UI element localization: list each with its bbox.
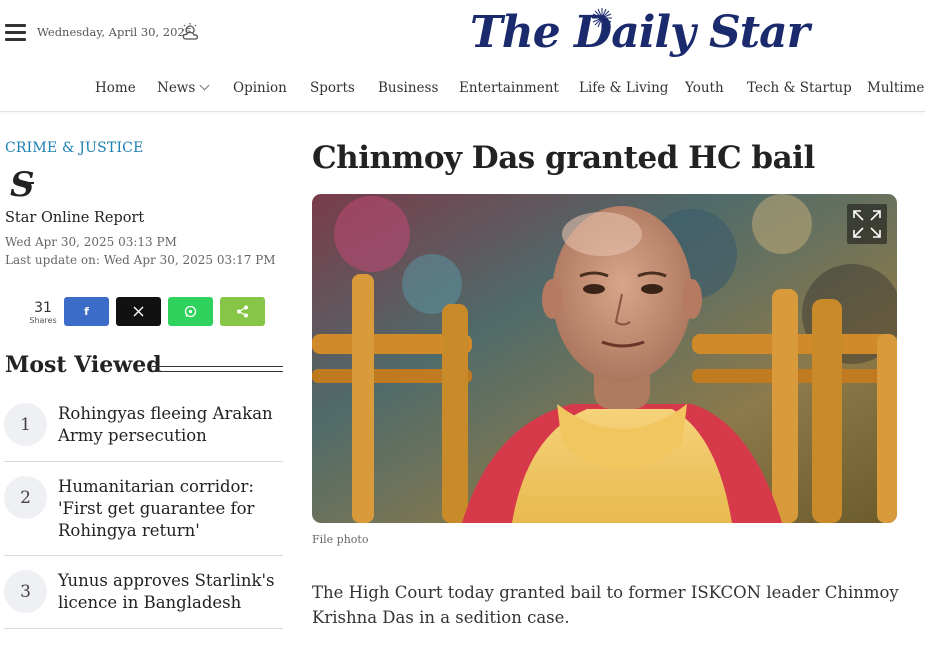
share-count-label: Shares bbox=[29, 316, 57, 325]
rank-badge: 1 bbox=[4, 403, 47, 446]
share-count: 31 bbox=[34, 300, 52, 316]
article-category[interactable]: CRIME & JUSTICE bbox=[5, 140, 144, 156]
rank-badge: 3 bbox=[4, 570, 47, 613]
share-icon bbox=[237, 305, 248, 318]
most-viewed-title[interactable]: Humanitarian corridor: 'First get guaran… bbox=[58, 476, 280, 542]
facebook-share-button[interactable]: f bbox=[64, 297, 109, 326]
x-share-button[interactable] bbox=[116, 297, 161, 326]
main-navigation: Home News Opinion Sports Business Entert… bbox=[0, 66, 925, 112]
nav-life-living[interactable]: Life & Living bbox=[579, 80, 668, 96]
nav-opinion[interactable]: Opinion bbox=[233, 80, 287, 96]
most-viewed-heading: Most Viewed bbox=[5, 352, 162, 378]
nav-youth[interactable]: Youth bbox=[685, 80, 724, 96]
nav-news-label: News bbox=[157, 80, 196, 96]
nav-home[interactable]: Home bbox=[95, 80, 136, 96]
nav-news[interactable]: News bbox=[157, 80, 210, 96]
article-headline: Chinmoy Das granted HC bail bbox=[312, 140, 815, 176]
chevron-down-icon bbox=[199, 80, 210, 91]
x-icon bbox=[133, 306, 144, 317]
title-line: Army persecution bbox=[58, 426, 207, 445]
title-line: 'First get guarantee for bbox=[58, 499, 255, 518]
whatsapp-icon bbox=[184, 305, 197, 318]
nav-sports[interactable]: Sports bbox=[310, 80, 355, 96]
heading-double-rule bbox=[152, 366, 283, 372]
logo-star-icon bbox=[592, 8, 612, 28]
facebook-icon: f bbox=[84, 305, 89, 318]
nav-tech-startup[interactable]: Tech & Startup bbox=[747, 80, 852, 96]
published-time: Wed Apr 30, 2025 03:13 PM bbox=[5, 235, 177, 249]
photo-caption: File photo bbox=[312, 533, 369, 546]
most-viewed-title[interactable]: Rohingyas fleeing Arakan Army persecutio… bbox=[58, 403, 280, 447]
title-line: Rohingyas fleeing Arakan bbox=[58, 404, 273, 423]
share-counter: 31 Shares bbox=[25, 300, 61, 326]
expand-icon[interactable] bbox=[847, 204, 887, 244]
nav-entertainment[interactable]: Entertainment bbox=[459, 80, 559, 96]
most-viewed-item[interactable]: 3 Yunus approves Starlink's licence in B… bbox=[4, 556, 283, 629]
title-line: Rohingya return' bbox=[58, 521, 200, 540]
article-lead-paragraph: The High Court today granted bail to for… bbox=[312, 583, 899, 627]
most-viewed-item[interactable]: 2 Humanitarian corridor: 'First get guar… bbox=[4, 462, 283, 556]
updated-time: Last update on: Wed Apr 30, 2025 03:17 P… bbox=[5, 253, 276, 267]
current-date: Wednesday, April 30, 2025 bbox=[37, 25, 193, 39]
site-logo[interactable]: The Daily Star bbox=[470, 6, 810, 60]
top-header: Wednesday, April 30, 2025 The Daily Star bbox=[0, 0, 925, 66]
nav-business[interactable]: Business bbox=[378, 80, 438, 96]
article-photo[interactable] bbox=[312, 194, 897, 523]
title-line: licence in Bangladesh bbox=[58, 593, 242, 612]
photo-illustration bbox=[312, 194, 897, 523]
title-line: Humanitarian corridor: bbox=[58, 477, 254, 496]
title-line: Yunus approves Starlink's bbox=[58, 571, 275, 590]
author-name[interactable]: Star Online Report bbox=[5, 210, 144, 226]
most-viewed-title[interactable]: Yunus approves Starlink's licence in Ban… bbox=[58, 570, 280, 614]
star-author-logo-icon: S bbox=[10, 166, 35, 202]
most-viewed-item[interactable]: 1 Rohingyas fleeing Arakan Army persecut… bbox=[4, 392, 283, 462]
nav-multimedia[interactable]: Multimedia bbox=[867, 80, 925, 96]
whatsapp-share-button[interactable] bbox=[168, 297, 213, 326]
menu-icon[interactable] bbox=[5, 24, 26, 42]
cloud-sun-icon bbox=[182, 23, 199, 40]
rank-badge: 2 bbox=[4, 476, 47, 519]
generic-share-button[interactable] bbox=[220, 297, 265, 326]
